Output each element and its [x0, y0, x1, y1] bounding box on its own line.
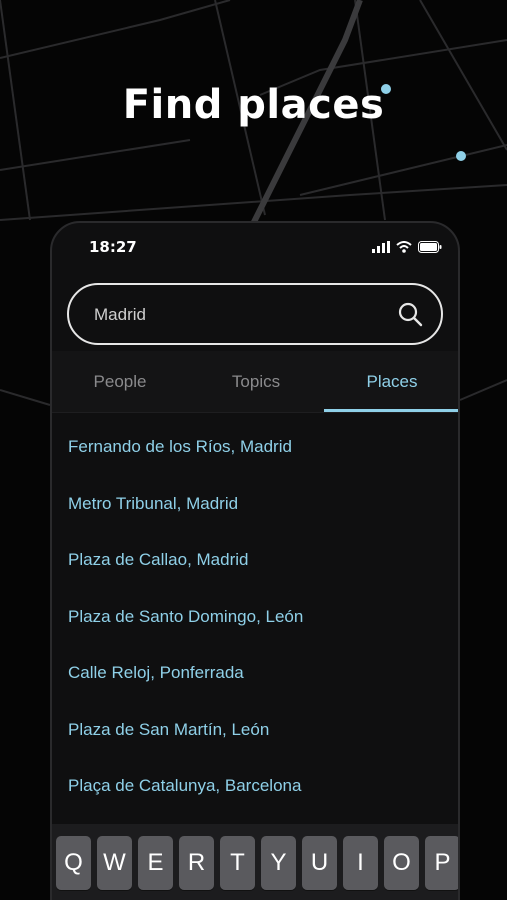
search-icon[interactable]: [397, 301, 423, 327]
wifi-icon: [396, 241, 412, 253]
status-bar: 18:27: [52, 223, 458, 273]
key-o[interactable]: O: [384, 836, 419, 890]
page-headline: Find places: [122, 82, 385, 128]
status-icons: [372, 241, 442, 253]
on-screen-keyboard: Q W E R T Y U I O P: [52, 824, 458, 900]
key-u[interactable]: U: [302, 836, 337, 890]
signal-icon: [372, 241, 390, 253]
key-q[interactable]: Q: [56, 836, 91, 890]
search-input-value: Madrid: [94, 305, 146, 324]
key-y[interactable]: Y: [261, 836, 296, 890]
key-i[interactable]: I: [343, 836, 378, 890]
battery-icon: [418, 241, 442, 253]
results-list: Fernando de los Ríos, Madrid Metro Tribu…: [52, 419, 458, 815]
list-item[interactable]: Plaça de Catalunya, Barcelona: [52, 758, 458, 815]
list-item[interactable]: Plaza de Santo Domingo, León: [52, 589, 458, 646]
key-w[interactable]: W: [97, 836, 132, 890]
list-item[interactable]: Fernando de los Ríos, Madrid: [52, 419, 458, 476]
phone-frame: 18:27 Madrid People Topics Places Fernan…: [50, 221, 460, 900]
active-tab-indicator: [324, 409, 458, 412]
search-tabs: People Topics Places: [52, 351, 458, 413]
key-r[interactable]: R: [179, 836, 214, 890]
list-item[interactable]: Plaza de San Martín, León: [52, 702, 458, 759]
list-item[interactable]: Calle Reloj, Ponferrada: [52, 645, 458, 702]
key-p[interactable]: P: [425, 836, 458, 890]
list-item[interactable]: Plaza de Callao, Madrid: [52, 532, 458, 589]
tab-places[interactable]: Places: [324, 351, 458, 413]
search-input[interactable]: Madrid: [67, 283, 443, 345]
tab-topics[interactable]: Topics: [188, 351, 324, 413]
list-item[interactable]: Metro Tribunal, Madrid: [52, 476, 458, 533]
status-time: 18:27: [89, 238, 137, 256]
key-e[interactable]: E: [138, 836, 173, 890]
keyboard-row: Q W E R T Y U I O P: [56, 836, 458, 890]
tab-people[interactable]: People: [52, 351, 188, 413]
key-t[interactable]: T: [220, 836, 255, 890]
